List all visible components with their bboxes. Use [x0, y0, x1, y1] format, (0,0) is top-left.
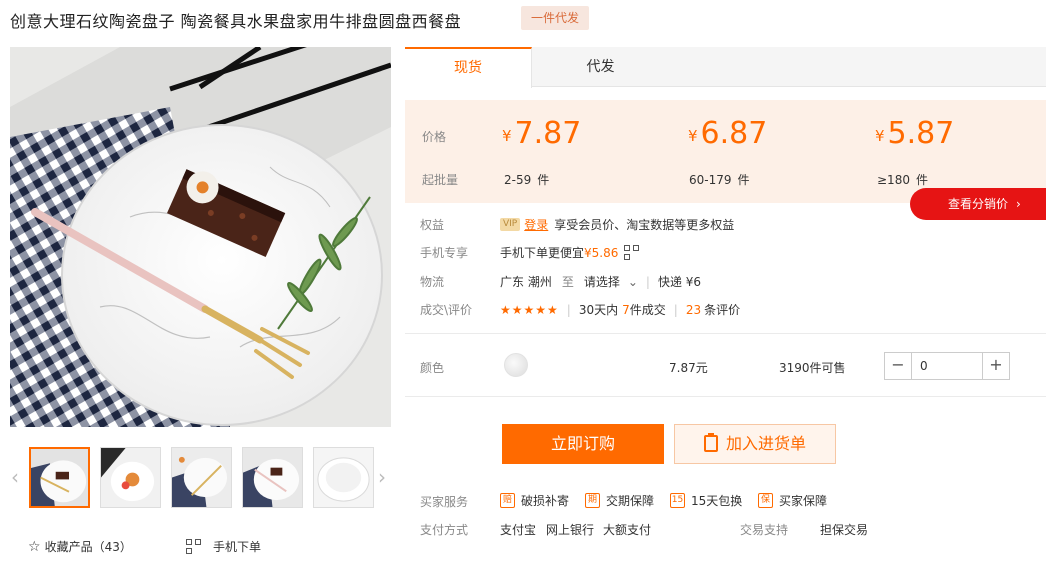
- review-count[interactable]: 23: [686, 303, 701, 317]
- service-15-day-exchange[interactable]: 15 15天包换: [670, 492, 742, 509]
- payment-label: 支付方式: [420, 523, 469, 537]
- mobile-value: 手机下单更便宜 ¥5.86: [500, 244, 651, 261]
- tab-dropship[interactable]: 代发: [532, 47, 669, 87]
- color-label: 颜色: [420, 361, 445, 375]
- trade-support-label: 交易支持: [740, 523, 789, 537]
- thumbnail-1[interactable]: [29, 447, 90, 508]
- payment-alipay: 支付宝: [500, 523, 537, 537]
- order-now-button[interactable]: 立即订购: [502, 424, 664, 464]
- thumbnail-prev-arrow[interactable]: ‹: [8, 462, 22, 492]
- tab-in-stock[interactable]: 现货: [405, 47, 532, 88]
- price-label: 价格: [422, 130, 447, 144]
- thumbnail-3[interactable]: [171, 447, 232, 508]
- payment-large-amount: 大额支付: [603, 523, 652, 537]
- damage-icon: 赔: [500, 493, 515, 508]
- qty-tier-3: ≥180 件: [877, 173, 928, 187]
- qty-tier-2: 60-179 件: [689, 173, 750, 187]
- color-swatch[interactable]: [504, 353, 528, 377]
- view-distributor-price-button[interactable]: 查看分销价 ›: [910, 188, 1046, 220]
- destination-select[interactable]: 请选择: [584, 273, 620, 290]
- price-tier-2: ¥6.87: [688, 116, 768, 151]
- reviews-value: ★★★★★ | 30天内 7 件成交 | 23 条评价: [500, 302, 741, 318]
- favorite-product[interactable]: ☆ 收藏产品（43）: [28, 538, 132, 555]
- main-product-image: [10, 47, 391, 427]
- thumbnail-2[interactable]: [100, 447, 161, 508]
- mobile-label: 手机专享: [420, 246, 469, 260]
- price-tier-3: ¥5.87: [875, 116, 955, 151]
- service-buyer-protection[interactable]: 保买家保障: [758, 492, 827, 509]
- clock-icon: 期: [585, 493, 600, 508]
- increment-button[interactable]: +: [983, 353, 1009, 379]
- divider: [405, 396, 1046, 397]
- phone-order-label: 手机下单: [213, 540, 262, 554]
- thumbnail-4[interactable]: [242, 447, 303, 508]
- qr-code-icon: [186, 539, 201, 554]
- moq-label: 起批量: [422, 173, 459, 187]
- mobile-price: ¥5.86: [584, 245, 619, 260]
- reviews-label: 成交\评价: [420, 303, 473, 317]
- shield-icon: 保: [758, 493, 773, 508]
- favorite-label: 收藏产品（43）: [44, 540, 132, 554]
- chevron-right-icon: ›: [1016, 197, 1021, 211]
- calendar-15-icon: 15: [670, 493, 685, 508]
- service-delivery-guarantee[interactable]: 期交期保障: [585, 492, 654, 509]
- shipping-fee: 快递 ¥6: [657, 275, 702, 289]
- quantity-input[interactable]: 0: [911, 353, 983, 379]
- service-damage-reship[interactable]: 赔破损补寄: [500, 492, 569, 509]
- rating-stars-icon: ★★★★★: [500, 302, 559, 317]
- star-icon: ☆: [28, 538, 41, 555]
- thumbnail-5[interactable]: [313, 447, 374, 508]
- trade-support-value: 担保交易: [820, 523, 869, 537]
- chevron-down-icon[interactable]: ⌄: [628, 275, 638, 289]
- sku-price: 7.87元: [669, 361, 708, 375]
- logistics-value: 广东 潮州 至 请选择 ⌄ | 快递 ¥6: [500, 273, 702, 290]
- sku-stock: 3190件可售: [779, 361, 846, 375]
- add-to-cart-button[interactable]: 加入进货单: [674, 424, 836, 464]
- phone-order-link[interactable]: 手机下单: [186, 538, 261, 555]
- buyer-services-label: 买家服务: [420, 495, 469, 509]
- qr-code-icon[interactable]: [624, 245, 640, 260]
- payment-online-bank: 网上银行: [546, 523, 595, 537]
- thumbnail-strip: [29, 447, 374, 508]
- purchase-mode-tabs: 现货 代发: [405, 47, 1046, 88]
- vip-icon: VIP: [500, 218, 521, 231]
- login-link[interactable]: 登录: [524, 216, 548, 233]
- dropship-badge[interactable]: 一件代发: [521, 6, 589, 30]
- logistics-label: 物流: [420, 275, 445, 289]
- decrement-button[interactable]: −: [885, 353, 911, 379]
- product-title: 创意大理石纹陶瓷盘子 陶瓷餐具水果盘家用牛排盘圆盘西餐盘: [10, 12, 462, 31]
- origin-city: 广东 潮州: [500, 275, 552, 289]
- thumbnail-next-arrow[interactable]: ›: [375, 462, 389, 492]
- divider: [405, 333, 1046, 334]
- rights-label: 权益: [420, 218, 445, 232]
- rights-value: VIP 登录 享受会员价、淘宝数据等更多权益: [500, 216, 734, 233]
- clipboard-icon: [703, 433, 718, 452]
- price-tier-1: ¥7.87: [502, 116, 582, 151]
- qty-tier-1: 2-59 件: [504, 173, 550, 187]
- quantity-stepper: − 0 +: [884, 352, 1010, 380]
